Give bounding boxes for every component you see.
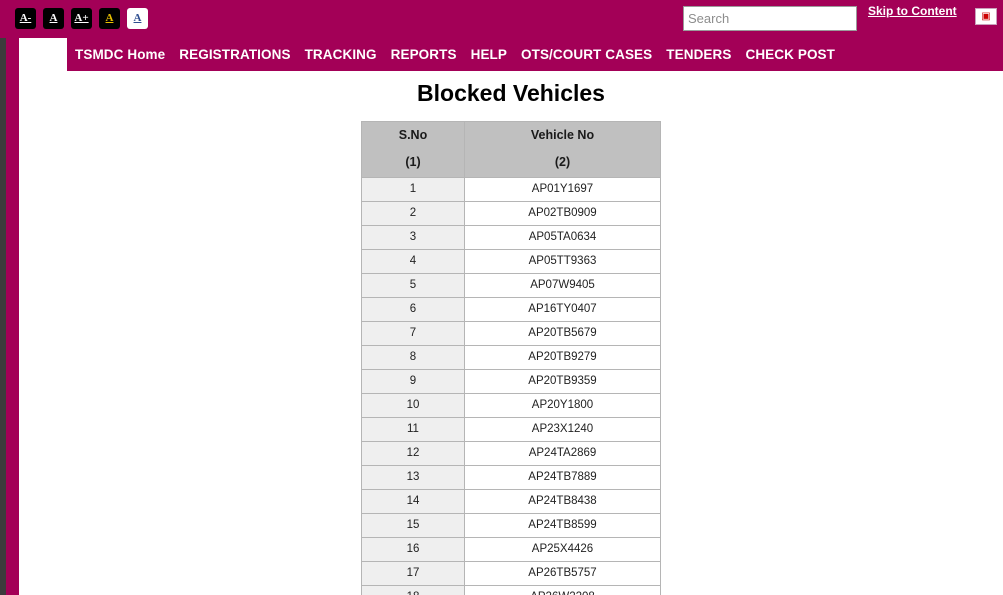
left-accent-strip — [6, 0, 19, 595]
normal-font-button[interactable]: A — [43, 8, 64, 29]
cell-vehicle-no: AP24TB8599 — [464, 512, 661, 538]
cell-vehicle-no: AP26TB5757 — [464, 560, 661, 586]
cell-sno: 4 — [361, 248, 465, 274]
page-title: Blocked Vehicles — [417, 80, 605, 106]
cell-sno: 9 — [361, 368, 465, 394]
table-row: 11 AP23X1240 — [361, 416, 661, 442]
cell-vehicle-no: AP20TB5679 — [464, 320, 661, 346]
table-row: 5 AP07W9405 — [361, 272, 661, 298]
cell-sno: 7 — [361, 320, 465, 346]
table-row: 16 AP25X4426 — [361, 536, 661, 562]
cell-vehicle-no: AP02TB0909 — [464, 200, 661, 226]
cell-vehicle-no: AP05TA0634 — [464, 224, 661, 250]
increase-font-button[interactable]: A+ — [71, 8, 92, 29]
blocked-vehicles-table: S.No (1) Vehicle No (2) 1 AP01Y1697 2 AP02T… — [361, 121, 661, 595]
nav-item-check-post[interactable]: CHECK POST — [745, 47, 835, 62]
table-row: 6 AP16TY0407 — [361, 296, 661, 322]
cell-sno: 18 — [361, 584, 465, 595]
cell-vehicle-no: AP23X1240 — [464, 416, 661, 442]
cell-vehicle-no: AP20Y1800 — [464, 392, 661, 418]
decrease-font-button[interactable]: A- — [15, 8, 36, 29]
page-root: A-AA+AA Skip to Content ▣ TSMDC HomeREGI… — [0, 0, 1003, 595]
table-row: 2 AP02TB0909 — [361, 200, 661, 226]
cell-vehicle-no: AP20TB9359 — [464, 368, 661, 394]
table-row: 17 AP26TB5757 — [361, 560, 661, 586]
table-row: 1 AP01Y1697 — [361, 176, 661, 202]
cell-vehicle-no: AP07W9405 — [464, 272, 661, 298]
nav-item-registrations[interactable]: REGISTRATIONS — [179, 47, 290, 62]
search-input[interactable] — [683, 6, 857, 31]
cell-sno: 2 — [361, 200, 465, 226]
nav-item-tsmdc-home[interactable]: TSMDC Home — [75, 47, 165, 62]
table-row: 10 AP20Y1800 — [361, 392, 661, 418]
broken-image-icon[interactable]: ▣ — [975, 8, 997, 25]
column-header-sno: S.No (1) — [361, 121, 465, 178]
nav-item-help[interactable]: HELP — [471, 47, 507, 62]
high-contrast-button[interactable]: A — [99, 8, 120, 29]
table-row: 18AP26W2208 — [361, 584, 661, 595]
cell-vehicle-no: AP16TY0407 — [464, 296, 661, 322]
column-header-vehicle-no: Vehicle No (2) — [464, 121, 661, 178]
invert-contrast-button[interactable]: A — [127, 8, 148, 29]
accessibility-toolbar: A- A A+ A A — [15, 8, 148, 29]
table-row: 7 AP20TB5679 — [361, 320, 661, 346]
cell-sno: 11 — [361, 416, 465, 442]
cell-vehicle-no: AP05TT9363 — [464, 248, 661, 274]
cell-vehicle-no: AP01Y1697 — [464, 176, 661, 202]
cell-sno: 6 — [361, 296, 465, 322]
column-header-vehicle-no-label: Vehicle No — [530, 128, 595, 142]
table-row: 4 AP05TT9363 — [361, 248, 661, 274]
cell-sno: 16 — [361, 536, 465, 562]
broken-image-glyph: ▣ — [981, 10, 991, 22]
table-row: 9 AP20TB9359 — [361, 368, 661, 394]
cell-sno: 10 — [361, 392, 465, 418]
cell-vehicle-no: AP24TA2869 — [464, 440, 661, 466]
cell-vehicle-no: AP24TB8438 — [464, 488, 661, 514]
cell-sno: 5 — [361, 272, 465, 298]
cell-vehicle-no: AP20TB9279 — [464, 344, 661, 370]
skip-to-content-link[interactable]: Skip to Content — [868, 4, 957, 18]
table-header-row: S.No (1) Vehicle No (2) — [361, 121, 661, 178]
table-header: S.No (1) Vehicle No (2) — [361, 121, 661, 178]
cell-sno: 15 — [361, 512, 465, 538]
table-row: 12 AP24TA2869 — [361, 440, 661, 466]
table-row: 15 AP24TB8599 — [361, 512, 661, 538]
cell-sno: 17 — [361, 560, 465, 586]
table-row: 13 AP24TB7889 — [361, 464, 661, 490]
content-area: Blocked Vehicles S.No (1) Vehicle No (2)… — [19, 71, 1003, 595]
cell-sno: 12 — [361, 440, 465, 466]
table-row: 8 AP20TB9279 — [361, 344, 661, 370]
nav-item-ots-court-cases[interactable]: OTS/COURT CASES — [521, 47, 652, 62]
cell-sno: 13 — [361, 464, 465, 490]
column-header-sno-label: S.No — [398, 128, 428, 142]
utility-bar: A-AA+AA Skip to Content ▣ — [0, 0, 1003, 38]
column-header-sno-number: (1) — [405, 154, 421, 169]
cell-vehicle-no: AP24TB7889 — [464, 464, 661, 490]
cell-sno: 14 — [361, 488, 465, 514]
table-body: 1 AP01Y1697 2 AP02TB0909 3 AP05TA0634 4 AP05TT9… — [361, 176, 661, 595]
site-logo[interactable] — [19, 38, 67, 71]
nav-item-reports[interactable]: REPORTS — [391, 47, 457, 62]
table-row: 3 AP05TA0634 — [361, 224, 661, 250]
blocked-vehicles-table-wrapper: S.No (1) Vehicle No (2) 1 AP01Y1697 2 AP02T… — [361, 121, 661, 595]
main-navigation: TSMDC Home REGISTRATIONS TRACKING REPORTS HE… — [67, 38, 1003, 71]
cell-sno: 3 — [361, 224, 465, 250]
column-header-vehicle-no-number: (2) — [554, 154, 571, 169]
cell-vehicle-no: AP25X4426 — [464, 536, 661, 562]
cell-vehicle-no: AP26W2208 — [464, 584, 661, 595]
nav-item-tenders[interactable]: TENDERS — [666, 47, 731, 62]
nav-item-tracking[interactable]: TRACKING — [305, 47, 377, 62]
cell-sno: 1 — [361, 176, 465, 202]
table-row: 14 AP24TB8438 — [361, 488, 661, 514]
cell-sno: 8 — [361, 344, 465, 370]
